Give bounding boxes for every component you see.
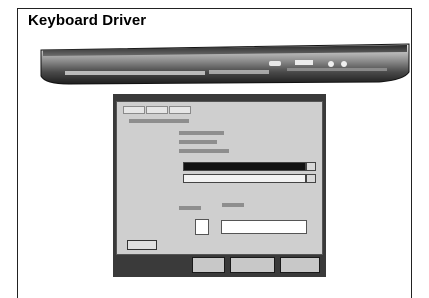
dialog-text-field [221,220,307,234]
figure-title: Keyboard Driver [28,12,147,29]
driver-settings-dialog-image [113,94,326,277]
dialog-list-arrow [306,174,316,183]
dialog-ok-button [192,257,225,273]
dialog-text-line [129,119,189,123]
dialog-body [116,101,323,255]
dialog-list-arrow [306,162,316,171]
dialog-box [195,219,209,235]
dialog-list-row [183,162,306,171]
dialog-text-line [179,149,229,153]
dialog-tab [146,106,168,114]
dialog-text-line [179,140,217,144]
dialog-list-row [183,174,306,183]
dialog-cancel-button [230,257,275,273]
dialog-inner-button [127,240,157,250]
keyboard-icon [39,42,411,86]
dialog-tab [123,106,145,114]
dialog-text-line [222,203,244,207]
dialog-apply-button [280,257,320,273]
dialog-text-line [179,131,224,135]
dialog-tab [169,106,191,114]
dialog-text-line [179,206,201,210]
